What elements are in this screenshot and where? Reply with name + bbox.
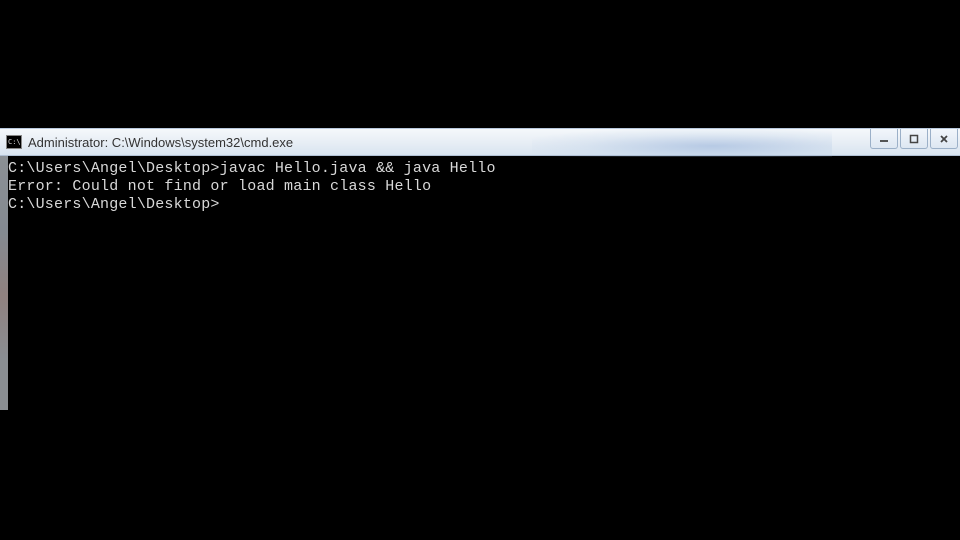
- minimize-button[interactable]: [870, 129, 898, 149]
- console-output[interactable]: C:\Users\Angel\Desktop>javac Hello.java …: [0, 156, 960, 410]
- cmd-app-icon: C:\: [6, 135, 22, 149]
- output-text: Error: Could not find or load main class…: [8, 178, 431, 195]
- aero-glass-effect: [532, 129, 832, 157]
- maximize-icon: [909, 134, 919, 144]
- window-controls: [870, 129, 958, 149]
- close-icon: [939, 134, 949, 144]
- letterbox-bottom: [0, 410, 960, 540]
- command-text: javac Hello.java && java Hello: [220, 160, 496, 177]
- console-line: C:\Users\Angel\Desktop>javac Hello.java …: [8, 160, 952, 178]
- desktop-sliver: [0, 156, 8, 410]
- close-button[interactable]: [930, 129, 958, 149]
- console-line: C:\Users\Angel\Desktop>: [8, 196, 952, 214]
- letterbox-top: [0, 0, 960, 128]
- prompt-text: C:\Users\Angel\Desktop>: [8, 160, 220, 177]
- console-line: Error: Could not find or load main class…: [8, 178, 952, 196]
- cmd-app-icon-text: C:\: [8, 139, 21, 146]
- titlebar[interactable]: C:\ Administrator: C:\Windows\system32\c…: [0, 128, 960, 156]
- window-title: Administrator: C:\Windows\system32\cmd.e…: [28, 135, 293, 150]
- prompt-text: C:\Users\Angel\Desktop>: [8, 196, 220, 213]
- minimize-icon: [879, 134, 889, 144]
- cmd-window: C:\ Administrator: C:\Windows\system32\c…: [0, 128, 960, 410]
- maximize-button[interactable]: [900, 129, 928, 149]
